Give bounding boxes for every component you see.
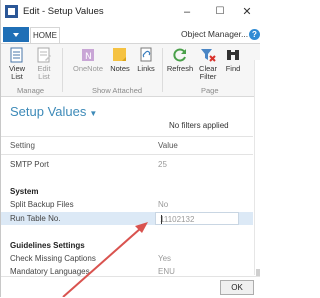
section-header-row: System: [1, 185, 253, 198]
setup-values-window: Edit - Setup Values – ☐ ✕ HOME Object Ma…: [0, 0, 261, 298]
section-header-row: Guidelines Settings: [1, 239, 253, 252]
section-title: System: [10, 187, 39, 196]
table-row[interactable]: Check Missing Captions Yes: [1, 252, 253, 265]
page-title[interactable]: Setup Values ▼: [10, 104, 97, 119]
tab-home[interactable]: HOME: [30, 27, 60, 43]
filter-status: No filters applied: [169, 121, 229, 130]
clear-filter-label-2: Filter: [199, 72, 217, 81]
chevron-down-icon: [13, 33, 19, 37]
group-separator: [62, 48, 63, 92]
app-icon: [5, 5, 18, 18]
ribbon: View List Edit List N OneNote Notes Link…: [1, 44, 260, 97]
link-icon: [138, 47, 154, 63]
edit-list-button[interactable]: Edit List: [33, 47, 55, 81]
table-row[interactable]: SMTP Port 25: [1, 158, 253, 171]
close-button[interactable]: ✕: [237, 4, 257, 20]
page-title-text: Setup Values: [10, 104, 87, 119]
window-title: Edit - Setup Values: [23, 6, 104, 17]
view-list-label-2: List: [11, 72, 23, 81]
group-label-show-attached: Show Attached: [92, 86, 143, 95]
onenote-button[interactable]: N OneNote: [71, 47, 105, 73]
setting-cell: Split Backup Files: [10, 200, 74, 209]
refresh-label: Refresh: [166, 64, 194, 73]
table-row[interactable]: Split Backup Files No: [1, 198, 253, 211]
value-cell[interactable]: No: [158, 200, 168, 209]
refresh-button[interactable]: Refresh: [165, 47, 195, 73]
value-cell[interactable]: 25: [158, 160, 167, 169]
column-header-setting[interactable]: Setting: [10, 141, 35, 150]
help-icon[interactable]: ?: [249, 29, 260, 40]
clear-filter-icon: [200, 47, 216, 63]
minimize-button[interactable]: –: [177, 4, 197, 20]
setting-cell: SMTP Port: [10, 160, 49, 169]
text-caret: [161, 215, 162, 224]
maximize-button[interactable]: ☐: [210, 4, 230, 20]
file-menu-button[interactable]: [3, 27, 29, 42]
grid-header: Setting Value: [1, 136, 253, 155]
setting-cell: Mandatory Languages: [10, 267, 90, 276]
svg-text:N: N: [85, 52, 92, 62]
binoculars-icon: [225, 47, 241, 63]
links-button[interactable]: Links: [135, 47, 157, 73]
notes-button[interactable]: Notes: [108, 47, 132, 73]
refresh-icon: [172, 47, 188, 63]
ok-button[interactable]: OK: [220, 280, 254, 295]
view-list-icon: [9, 47, 25, 63]
group-separator: [162, 48, 163, 92]
run-table-no-input[interactable]: 11102132: [155, 212, 239, 225]
object-manager-label[interactable]: Object Manager...: [181, 29, 248, 39]
onenote-icon: N: [80, 47, 96, 63]
view-list-button[interactable]: View List: [5, 47, 29, 81]
dialog-footer: OK: [1, 276, 260, 298]
value-cell[interactable]: ENU: [158, 267, 175, 276]
notes-icon: [112, 47, 128, 63]
onenote-label: OneNote: [72, 64, 104, 73]
find-label: Find: [225, 64, 241, 73]
group-label-page: Page: [201, 86, 219, 95]
section-title: Guidelines Settings: [10, 241, 85, 250]
chevron-down-icon: ▼: [89, 109, 98, 118]
table-row-selected[interactable]: Run Table No. 11102132: [1, 212, 253, 225]
title-bar: Edit - Setup Values – ☐ ✕: [1, 0, 260, 26]
links-label: Links: [137, 64, 155, 73]
value-cell: 11102132: [160, 215, 195, 224]
ribbon-tab-row: HOME Object Manager... ?: [1, 26, 260, 44]
find-button[interactable]: Find: [223, 47, 243, 73]
notes-label: Notes: [110, 64, 130, 73]
value-cell[interactable]: Yes: [158, 254, 171, 263]
setting-cell: Run Table No.: [10, 214, 61, 223]
clear-filter-button[interactable]: Clear Filter: [197, 47, 219, 81]
group-label-manage: Manage: [17, 86, 45, 95]
setting-cell: Check Missing Captions: [10, 254, 96, 263]
edit-list-icon: [36, 47, 52, 63]
edit-list-label-2: List: [38, 72, 50, 81]
column-header-value[interactable]: Value: [158, 141, 178, 150]
vertical-scrollbar[interactable]: [254, 60, 261, 279]
